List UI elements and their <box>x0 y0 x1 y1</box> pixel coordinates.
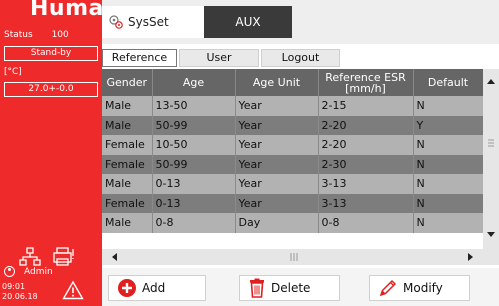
screen: Human Status 100 Stand-by [°C] 27.0+-0.0 <box>0 0 499 306</box>
cell-default: N <box>413 193 483 213</box>
warning-icon[interactable] <box>62 280 84 304</box>
tab-sysset[interactable]: SysSet <box>102 6 204 38</box>
cell-reference-esr: 2-15 <box>318 96 414 116</box>
cell-age: 50-99 <box>152 154 236 174</box>
date-text: 20.06.18 <box>2 292 38 301</box>
cell-age: 50-99 <box>152 115 236 135</box>
sidebar-icons <box>15 247 95 267</box>
cell-reference-esr: 2-20 <box>318 115 414 135</box>
cell-default: N <box>413 96 483 116</box>
column-header-reference-esr[interactable]: Reference ESR [mm/h] <box>318 69 414 96</box>
scrollbar-corner <box>483 249 499 265</box>
modify-button[interactable]: Modify <box>369 275 470 301</box>
tab-aux[interactable]: AUX <box>204 6 292 38</box>
reference-esr-title: Reference ESR <box>325 70 406 84</box>
scroll-left-icon <box>112 253 117 261</box>
temperature-indicator: 27.0+-0.0 <box>4 82 98 97</box>
user-name: Admin <box>24 266 53 277</box>
status-row: Status 100 <box>4 30 69 40</box>
cell-reference-esr: 0-8 <box>318 213 414 233</box>
state-indicator: Stand-by <box>4 46 98 61</box>
add-button[interactable]: Add <box>108 275 206 301</box>
table-row[interactable]: Female 10-50 Year 2-20 N <box>102 135 483 155</box>
time-text: 09:01 <box>2 282 26 291</box>
cell-gender: Male <box>102 115 153 135</box>
table-header-row: Gender Age Age Unit Reference ESR [mm/h]… <box>102 69 483 96</box>
scroll-thumb-grip <box>290 253 298 261</box>
table-row[interactable]: Male 13-50 Year 2-15 N <box>102 96 483 116</box>
cell-age-unit: Year <box>235 115 319 135</box>
cell-age-unit: Year <box>235 174 319 194</box>
cell-gender: Female <box>102 193 153 213</box>
table-row[interactable]: Male 0-8 Day 0-8 N <box>102 213 483 233</box>
horizontal-scrollbar[interactable] <box>102 249 483 265</box>
add-label: Add <box>142 281 166 295</box>
cell-reference-esr: 3-13 <box>318 193 414 213</box>
column-header-age-unit[interactable]: Age Unit <box>235 69 319 96</box>
cell-default: Y <box>413 115 483 135</box>
column-header-gender[interactable]: Gender <box>102 69 153 96</box>
status-number: 100 <box>51 30 69 40</box>
trash-icon <box>248 278 266 298</box>
table-row[interactable]: Female 0-13 Year 3-13 N <box>102 193 483 213</box>
table-row[interactable]: Female 50-99 Year 2-30 N <box>102 154 483 174</box>
cell-age-unit: Year <box>235 193 319 213</box>
scroll-down-icon <box>487 232 495 237</box>
cell-age: 10-50 <box>152 135 236 155</box>
clock: 09:01 20.06.18 <box>2 282 38 302</box>
subtab-reference[interactable]: Reference <box>102 49 177 67</box>
user-row: Admin <box>4 266 53 277</box>
column-header-age[interactable]: Age <box>152 69 236 96</box>
cell-age-unit: Year <box>235 154 319 174</box>
modify-label: Modify <box>403 281 443 295</box>
delete-label: Delete <box>271 281 311 295</box>
scroll-thumb-grip <box>488 139 494 147</box>
cell-age: 0-8 <box>152 213 236 233</box>
table-row[interactable]: Male 50-99 Year 2-20 Y <box>102 115 483 135</box>
subtab-user[interactable]: User <box>179 49 259 67</box>
tab-sysset-label: SysSet <box>128 15 169 29</box>
cell-age: 0-13 <box>152 193 236 213</box>
cell-gender: Male <box>102 213 153 233</box>
scroll-right-icon <box>468 253 473 261</box>
reference-esr-unit: [mm/h] <box>345 81 386 95</box>
cell-reference-esr: 3-13 <box>318 174 414 194</box>
cell-default: N <box>413 213 483 233</box>
table-row[interactable]: Male 0-13 Year 3-13 N <box>102 174 483 194</box>
cell-default: N <box>413 135 483 155</box>
status-label: Status <box>4 30 33 40</box>
cell-age-unit: Year <box>235 96 319 116</box>
cell-reference-esr: 2-30 <box>318 154 414 174</box>
delete-button[interactable]: Delete <box>239 275 340 301</box>
cell-gender: Male <box>102 96 153 116</box>
cell-age: 0-13 <box>152 174 236 194</box>
cell-age-unit: Day <box>235 213 319 233</box>
cell-default: N <box>413 174 483 194</box>
cell-age-unit: Year <box>235 135 319 155</box>
add-icon <box>117 278 137 298</box>
cell-gender: Female <box>102 135 153 155</box>
vertical-scrollbar[interactable] <box>483 69 499 249</box>
cell-gender: Female <box>102 154 153 174</box>
cell-age: 13-50 <box>152 96 236 116</box>
network-icon[interactable] <box>19 247 41 266</box>
reference-table: Gender Age Age Unit Reference ESR [mm/h]… <box>102 69 483 249</box>
column-header-default[interactable]: Default <box>413 69 483 96</box>
status-sidebar: Human Status 100 Stand-by [°C] 27.0+-0.0 <box>0 0 120 306</box>
user-icon <box>4 266 15 277</box>
temperature-unit: [°C] <box>4 67 22 77</box>
cell-gender: Male <box>102 174 153 194</box>
printer-icon[interactable] <box>53 247 74 266</box>
subtab-logout[interactable]: Logout <box>261 49 340 67</box>
pencil-icon <box>378 278 398 298</box>
subtab-bar: Reference User Logout <box>102 49 342 67</box>
cell-default: N <box>413 154 483 174</box>
scroll-up-icon <box>487 79 495 84</box>
settings-icon <box>109 15 123 29</box>
cell-reference-esr: 2-20 <box>318 135 414 155</box>
